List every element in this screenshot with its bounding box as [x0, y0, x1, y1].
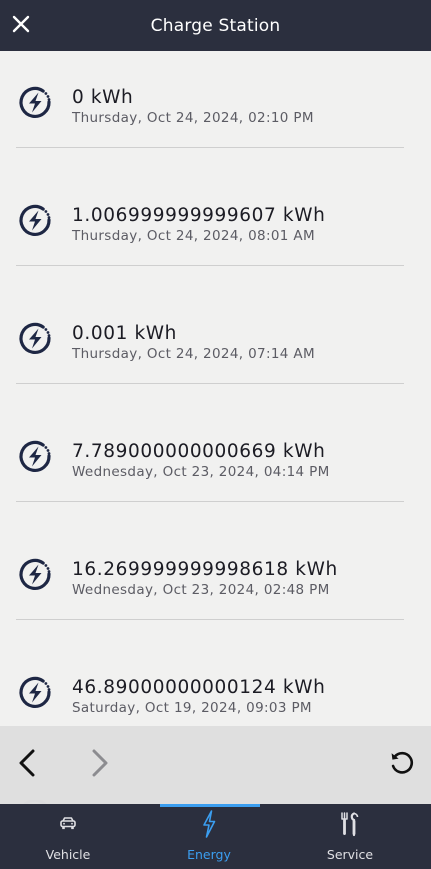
session-energy: 0.001 kWh [72, 323, 177, 344]
charge-session-item[interactable]: 0 kWh Thursday, Oct 24, 2024, 02:10 PM [0, 51, 431, 169]
session-date: Saturday, Oct 19, 2024, 09:03 PM [72, 700, 312, 716]
charging-bolt-icon [19, 676, 51, 708]
divider [16, 619, 404, 620]
charging-bolt-icon [19, 558, 51, 590]
session-date: Wednesday, Oct 23, 2024, 04:14 PM [72, 464, 330, 480]
chevron-right-icon [92, 749, 108, 777]
car-icon [60, 817, 76, 830]
bottom-tab-bar: Vehicle Energy Service [0, 804, 431, 869]
session-energy: 0 kWh [72, 87, 134, 108]
session-energy: 46.89000000000124 kWh [72, 677, 326, 698]
tab-label: Vehicle [45, 847, 91, 862]
charge-station-screen: Charge Station 0 kWh Thursday, Oct 24, 2… [0, 0, 431, 869]
browser-nav-bar [0, 726, 431, 804]
tab-energy[interactable]: Energy [149, 810, 269, 868]
tab-service[interactable]: Service [290, 810, 410, 868]
charging-bolt-icon [19, 86, 51, 118]
back-button[interactable] [7, 743, 47, 783]
close-button[interactable] [8, 9, 34, 39]
reload-icon [391, 751, 414, 774]
chevron-left-icon [19, 749, 35, 777]
session-date: Thursday, Oct 24, 2024, 02:10 PM [72, 110, 314, 126]
charge-session-item[interactable]: 0.001 kWh Thursday, Oct 24, 2024, 07:14 … [0, 287, 431, 405]
charge-session-list[interactable]: 0 kWh Thursday, Oct 24, 2024, 02:10 PM 1… [0, 51, 431, 726]
charge-session-item[interactable]: 16.269999999998618 kWh Wednesday, Oct 23… [0, 523, 431, 641]
session-energy: 7.789000000000669 kWh [72, 441, 326, 462]
tab-label: Energy [187, 847, 231, 862]
divider [16, 383, 404, 384]
charge-session-item[interactable]: 1.006999999999607 kWh Thursday, Oct 24, … [0, 169, 431, 287]
session-energy: 1.006999999999607 kWh [72, 205, 326, 226]
session-date: Thursday, Oct 24, 2024, 08:01 AM [72, 228, 315, 244]
reload-button[interactable] [382, 743, 422, 783]
active-tab-indicator [160, 804, 260, 807]
session-date: Wednesday, Oct 23, 2024, 02:48 PM [72, 582, 330, 598]
divider [16, 265, 404, 266]
divider [16, 147, 404, 148]
charging-bolt-icon [19, 322, 51, 354]
charging-bolt-icon [19, 440, 51, 472]
tab-vehicle[interactable]: Vehicle [8, 810, 128, 868]
charging-bolt-icon [19, 204, 51, 236]
divider [16, 501, 404, 502]
lightning-icon [203, 810, 216, 838]
charge-session-item[interactable]: 7.789000000000669 kWh Wednesday, Oct 23,… [0, 405, 431, 523]
forward-button[interactable] [80, 743, 120, 783]
session-energy: 16.269999999998618 kWh [72, 559, 338, 580]
session-date: Thursday, Oct 24, 2024, 07:14 AM [72, 346, 315, 362]
tools-icon [341, 812, 359, 837]
charge-session-item[interactable]: 46.89000000000124 kWh Saturday, Oct 19, … [0, 641, 431, 726]
close-icon [12, 15, 30, 33]
header-bar: Charge Station [0, 0, 431, 51]
page-title: Charge Station [150, 15, 281, 36]
tab-label: Service [326, 847, 374, 862]
